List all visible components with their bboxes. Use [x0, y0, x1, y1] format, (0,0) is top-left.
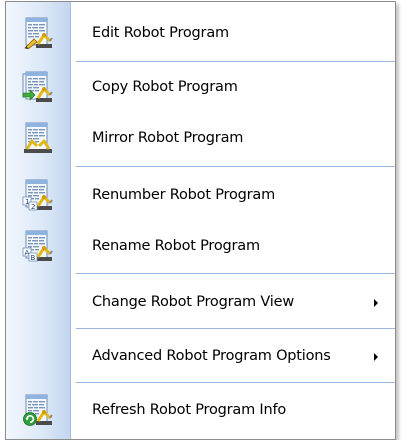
- context-menu: Edit Robot Program Copy Robot Program Mi…: [5, 1, 396, 440]
- copy-robot-program-icon: [22, 71, 54, 103]
- menu-separator: [76, 382, 395, 383]
- menu-item-edit-robot-program[interactable]: Edit Robot Program: [6, 13, 395, 53]
- edit-robot-program-icon: [24, 17, 54, 49]
- renumber-robot-program-icon: 1 2: [22, 179, 54, 211]
- menu-item-label: Rename Robot Program: [92, 238, 260, 254]
- menu-separator: [76, 166, 395, 167]
- menu-item-label: Mirror Robot Program: [92, 130, 244, 146]
- menu-item-label: Refresh Robot Program Info: [92, 402, 287, 418]
- menu-item-copy-robot-program[interactable]: Copy Robot Program: [6, 67, 395, 107]
- menu-separator: [76, 61, 395, 62]
- menu-item-label: Advanced Robot Program Options: [92, 348, 331, 364]
- menu-item-renumber-robot-program[interactable]: 1 2 Renumber Robot Program: [6, 175, 395, 215]
- menu-item-label: Copy Robot Program: [92, 79, 238, 95]
- rename-robot-program-icon: A B: [22, 230, 54, 262]
- svg-text:2: 2: [31, 203, 35, 211]
- menu-item-label: Edit Robot Program: [92, 25, 229, 41]
- menu-item-advanced-robot-program-options[interactable]: Advanced Robot Program Options: [6, 336, 395, 376]
- mirror-robot-program-icon: [24, 122, 52, 153]
- menu-item-change-robot-program-view[interactable]: Change Robot Program View: [6, 282, 395, 322]
- menu-item-mirror-robot-program[interactable]: Mirror Robot Program: [6, 118, 395, 158]
- svg-text:B: B: [31, 254, 36, 262]
- submenu-arrow-icon: [374, 299, 378, 307]
- menu-item-label: Change Robot Program View: [92, 294, 294, 310]
- menu-item-refresh-robot-program-info[interactable]: Refresh Robot Program Info: [6, 390, 395, 430]
- menu-separator: [76, 273, 395, 274]
- submenu-arrow-icon: [374, 353, 378, 361]
- menu-item-label: Renumber Robot Program: [92, 187, 275, 203]
- menu-separator: [76, 328, 395, 329]
- menu-item-rename-robot-program[interactable]: A B Rename Robot Program: [6, 226, 395, 266]
- refresh-robot-program-info-icon: [23, 394, 54, 426]
